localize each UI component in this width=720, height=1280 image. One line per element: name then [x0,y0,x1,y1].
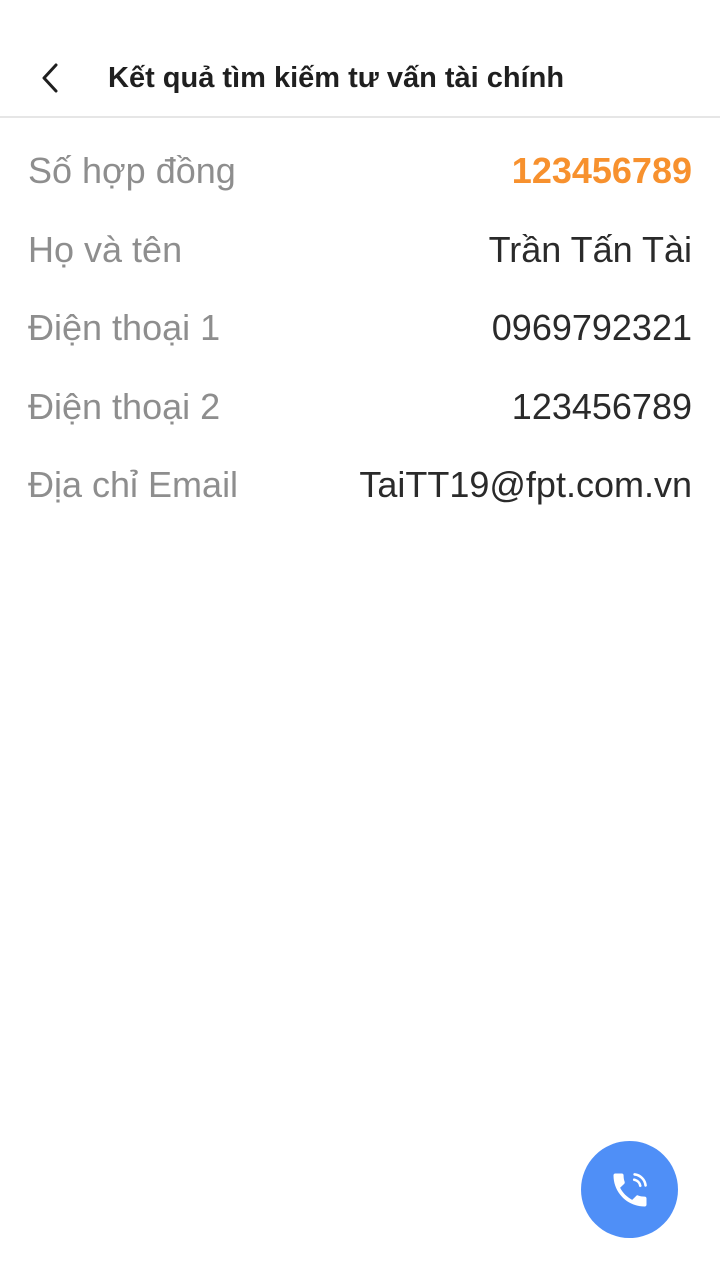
detail-row-phone-1: Điện thoại 1 0969792321 [28,289,692,368]
phone-call-icon [613,1172,647,1206]
header-bar: Kết quả tìm kiếm tư vấn tài chính [0,0,720,118]
chevron-left-icon [42,63,58,93]
email-value[interactable]: TaiTT19@fpt.com.vn [359,464,692,506]
full-name-label: Họ và tên [28,228,183,270]
phone-1-value[interactable]: 0969792321 [492,307,692,349]
back-button[interactable] [28,52,72,104]
financial-advice-result-screen: Kết quả tìm kiếm tư vấn tài chính Số hợp… [0,0,720,1280]
call-button[interactable] [581,1141,678,1238]
detail-row-phone-2: Điện thoại 2 123456789 [28,368,692,447]
detail-row-full-name: Họ và tên Trần Tấn Tài [28,211,692,290]
contract-number-label: Số hợp đồng [28,150,236,192]
phone-1-label: Điện thoại 1 [28,307,221,349]
detail-row-contract-number: Số hợp đồng 123456789 [28,132,692,211]
contract-number-value: 123456789 [511,150,692,192]
phone-2-label: Điện thoại 2 [28,385,221,427]
page-title: Kết quả tìm kiếm tư vấn tài chính [108,62,565,94]
full-name-value: Trần Tấn Tài [488,228,692,270]
detail-row-email: Địa chỉ Email TaiTT19@fpt.com.vn [28,446,692,525]
contract-details-list: Số hợp đồng 123456789 Họ và tên Trần Tấn… [28,132,692,525]
email-label: Địa chỉ Email [28,464,239,506]
phone-2-value[interactable]: 123456789 [512,386,692,428]
